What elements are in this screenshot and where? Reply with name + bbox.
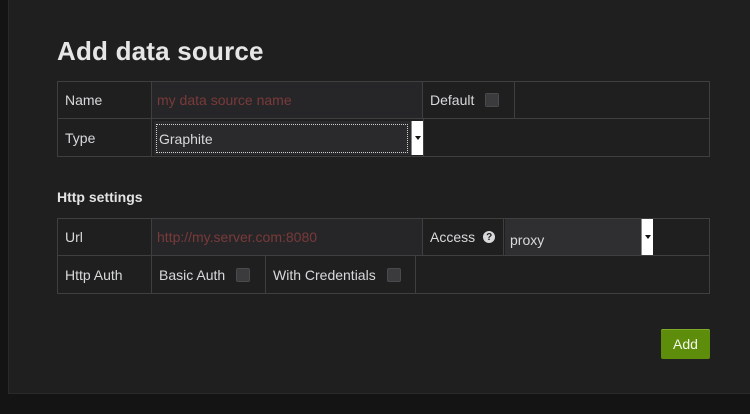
url-field[interactable]: [157, 229, 422, 245]
access-cell: Access ?: [423, 219, 504, 255]
chevron-down-icon[interactable]: [411, 121, 423, 155]
access-label: Access: [430, 229, 476, 245]
type-select[interactable]: Graphite: [154, 121, 423, 155]
default-cell: Default: [423, 82, 515, 118]
divider: [423, 119, 424, 156]
http-settings-heading: Http settings: [57, 189, 143, 205]
with-credentials-checkbox[interactable]: [386, 267, 401, 282]
http-auth-label: Http Auth: [58, 256, 152, 293]
empty-cell: [515, 82, 709, 118]
type-row: Type Graphite: [57, 119, 710, 157]
name-label: Name: [58, 82, 152, 118]
http-auth-row: Http Auth Basic Auth With Credentials: [57, 256, 710, 294]
name-row: Name Default: [57, 81, 710, 119]
default-label: Default: [430, 92, 475, 108]
page-title: Add data source: [57, 36, 264, 66]
default-checkbox[interactable]: [485, 93, 500, 107]
access-select-value: proxy: [510, 232, 545, 248]
url-field-wrapper: [152, 219, 423, 255]
url-row: Url Access ? proxy: [57, 218, 710, 256]
basic-auth-label: Basic Auth: [159, 266, 226, 283]
type-label: Type: [58, 119, 152, 156]
basic-auth-checkbox[interactable]: [236, 267, 251, 282]
name-field[interactable]: [157, 92, 422, 108]
add-button[interactable]: Add: [661, 329, 710, 359]
type-select-value: Graphite: [159, 131, 213, 147]
with-credentials-cell: With Credentials: [266, 256, 416, 293]
access-select[interactable]: proxy: [505, 219, 653, 255]
basic-auth-cell: Basic Auth: [152, 256, 266, 293]
help-icon[interactable]: ?: [483, 231, 496, 243]
url-label: Url: [58, 219, 152, 255]
with-credentials-label: With Credentials: [273, 266, 376, 283]
chevron-down-icon[interactable]: [641, 219, 653, 255]
name-field-wrapper: [152, 82, 423, 118]
